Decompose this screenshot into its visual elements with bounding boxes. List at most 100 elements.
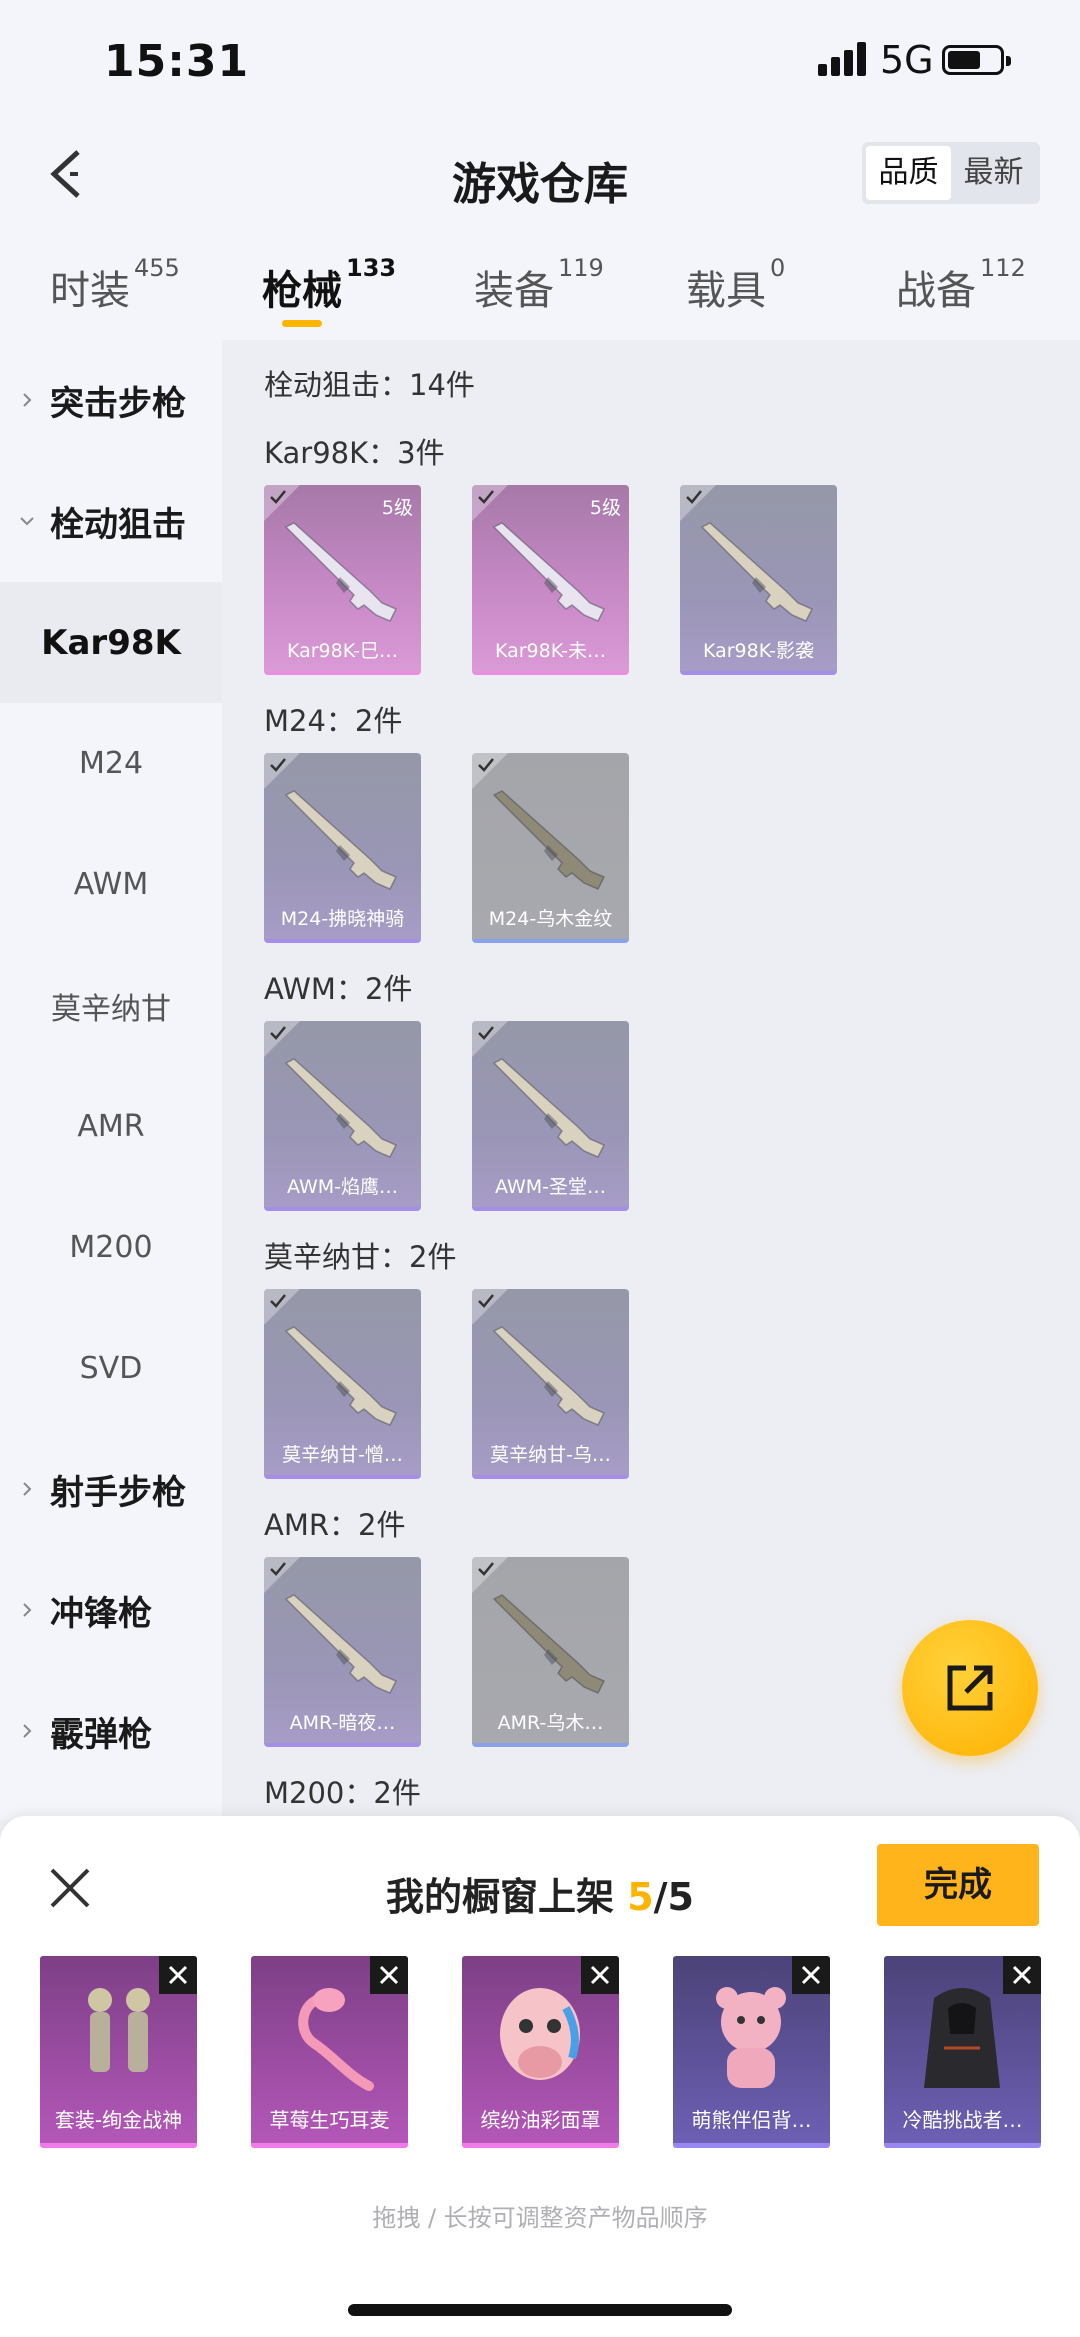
- chevron-right-icon: [23, 392, 32, 407]
- weapon-card[interactable]: M24-乌木金纹: [472, 753, 629, 943]
- sidebar-group-label: 突击步枪: [50, 384, 186, 424]
- check-icon: [478, 490, 494, 504]
- sidebar-group-label: 栓动狙击: [50, 505, 186, 545]
- item-artwork: [716, 1987, 786, 2088]
- sidebar-group-marksman-rifle[interactable]: 射手步枪: [0, 1429, 222, 1550]
- sidebar-group-assault-rifle[interactable]: 突击步枪: [0, 340, 222, 461]
- check-icon: [478, 758, 494, 772]
- done-button[interactable]: 完成: [877, 1844, 1039, 1926]
- sidebar-item-svd[interactable]: SVD: [0, 1308, 222, 1429]
- reorder-hint: 拖拽 / 长按可调整资产物品顺序: [372, 2204, 708, 2232]
- tab-fashion[interactable]: 时装 455: [50, 254, 180, 316]
- item-grid: 栓动狙击：14件 Kar98K：3件 5级 Kar98K-巳… 5级 Kar98K-未……: [222, 340, 1080, 1820]
- section-title: Kar98K：3件: [264, 436, 445, 470]
- showcase-total: /5: [653, 1875, 694, 1919]
- weapon-name: 莫辛纳甘-憎…: [282, 1444, 403, 1466]
- check-icon: [478, 1294, 494, 1308]
- tab-label: 载具: [686, 268, 766, 314]
- remove-item-button[interactable]: [159, 1956, 197, 1994]
- showcase-item-label: 冷酷挑战者…: [902, 2108, 1023, 2132]
- showcase-item[interactable]: 草莓生巧耳麦: [251, 1956, 408, 2148]
- close-icon: [168, 1965, 188, 1985]
- remove-item-button[interactable]: [1003, 1956, 1041, 1994]
- check-icon: [270, 1026, 286, 1040]
- section-title: AWM：2件: [264, 972, 413, 1006]
- close-icon: [1012, 1965, 1032, 1985]
- chevron-right-icon: [23, 1723, 32, 1738]
- remove-item-button[interactable]: [370, 1956, 408, 1994]
- weapon-card[interactable]: AWM-焰鹰…: [264, 1021, 421, 1211]
- rifle-icon: [492, 1594, 606, 1694]
- showcase-item[interactable]: 萌熊伴侣背…: [673, 1956, 830, 2148]
- showcase-item[interactable]: 冷酷挑战者…: [884, 1956, 1041, 2148]
- weapon-card[interactable]: AWM-圣堂…: [472, 1021, 629, 1211]
- network-label: 5G: [880, 38, 934, 82]
- sidebar-item-label: SVD: [79, 1351, 143, 1386]
- check-icon: [478, 1562, 494, 1576]
- item-artwork: [500, 1988, 580, 2080]
- weapon-card[interactable]: M24-拂晓神骑: [264, 753, 421, 943]
- sort-newest-button[interactable]: 最新: [951, 146, 1036, 200]
- rifle-icon: [284, 1594, 398, 1694]
- active-tab-indicator: [282, 320, 322, 327]
- weapon-card[interactable]: 5级 Kar98K-巳…: [264, 485, 421, 675]
- rifle-icon: [700, 522, 814, 622]
- section-title: 莫辛纳甘：2件: [264, 1240, 457, 1274]
- tab-count: 119: [558, 254, 604, 282]
- rifle-icon: [284, 522, 398, 622]
- section-title: AMR：2件: [264, 1508, 406, 1542]
- showcase-item[interactable]: 套装-绚金战神: [40, 1956, 197, 2148]
- weapon-name: Kar98K-巳…: [286, 640, 399, 662]
- showcase-item[interactable]: 缤纷油彩面罩: [462, 1956, 619, 2148]
- weapon-card[interactable]: AMR-乌木…: [472, 1557, 629, 1747]
- sidebar-group-smg[interactable]: 冲锋枪: [0, 1550, 222, 1671]
- rifle-icon: [284, 1326, 398, 1426]
- weapon-card[interactable]: AMR-暗夜…: [264, 1557, 421, 1747]
- rifle-icon: [492, 1326, 606, 1426]
- sort-quality-button[interactable]: 品质: [866, 146, 951, 200]
- sidebar-item-awm[interactable]: AWM: [0, 824, 222, 945]
- sidebar-item-mosin[interactable]: 莫辛纳甘: [0, 945, 222, 1066]
- check-icon: [270, 490, 286, 504]
- weapon-card[interactable]: Kar98K-影袭: [680, 485, 837, 675]
- rifle-icon: [284, 790, 398, 890]
- showcase-item-label: 草莓生巧耳麦: [269, 2108, 390, 2132]
- close-icon: [590, 1965, 610, 1985]
- weapon-name: AWM-圣堂…: [495, 1176, 606, 1198]
- status-time: 15:31: [104, 36, 250, 87]
- sidebar-item-m24[interactable]: M24: [0, 703, 222, 824]
- sidebar-item-kar98k[interactable]: Kar98K: [0, 582, 222, 703]
- weapon-card[interactable]: 莫辛纳甘-憎…: [264, 1289, 421, 1479]
- sidebar-item-m200[interactable]: M200: [0, 1187, 222, 1308]
- tab-equipment[interactable]: 装备 119: [474, 254, 604, 316]
- sidebar-group-label: 霰弹枪: [50, 1715, 152, 1755]
- tab-count: 0: [770, 254, 786, 282]
- item-artwork: [298, 1988, 374, 2091]
- sidebar-group-shotgun[interactable]: 霰弹枪: [0, 1671, 222, 1792]
- weapon-card[interactable]: 莫辛纳甘-乌…: [472, 1289, 629, 1479]
- sidebar-item-label: AMR: [77, 1109, 145, 1144]
- remove-item-button[interactable]: [581, 1956, 619, 1994]
- weapon-card[interactable]: 5级 Kar98K-未…: [472, 485, 629, 675]
- close-icon: [801, 1965, 821, 1985]
- check-icon: [270, 758, 286, 772]
- weapon-name: AWM-焰鹰…: [287, 1176, 398, 1198]
- section-title: M200：2件: [264, 1776, 421, 1810]
- weapon-name: M24-乌木金纹: [488, 908, 613, 930]
- tab-guns[interactable]: 枪械 133: [262, 254, 396, 316]
- sidebar-item-amr[interactable]: AMR: [0, 1066, 222, 1187]
- check-icon: [270, 1294, 286, 1308]
- rifle-icon: [492, 790, 606, 890]
- tab-supplies[interactable]: 战备 112: [896, 254, 1026, 316]
- share-icon: [947, 1665, 993, 1711]
- sidebar-group-label: 射手步枪: [50, 1473, 186, 1513]
- check-icon: [270, 1562, 286, 1576]
- tab-vehicles[interactable]: 载具 0: [686, 254, 785, 316]
- tab-count: 133: [346, 254, 397, 282]
- remove-item-button[interactable]: [792, 1956, 830, 1994]
- battery-icon: [942, 45, 1011, 75]
- rifle-icon: [492, 1058, 606, 1158]
- share-button[interactable]: [902, 1620, 1038, 1756]
- showcase-item-label: 套装-绚金战神: [54, 2108, 183, 2132]
- sidebar-group-bolt-sniper[interactable]: 栓动狙击: [0, 461, 222, 582]
